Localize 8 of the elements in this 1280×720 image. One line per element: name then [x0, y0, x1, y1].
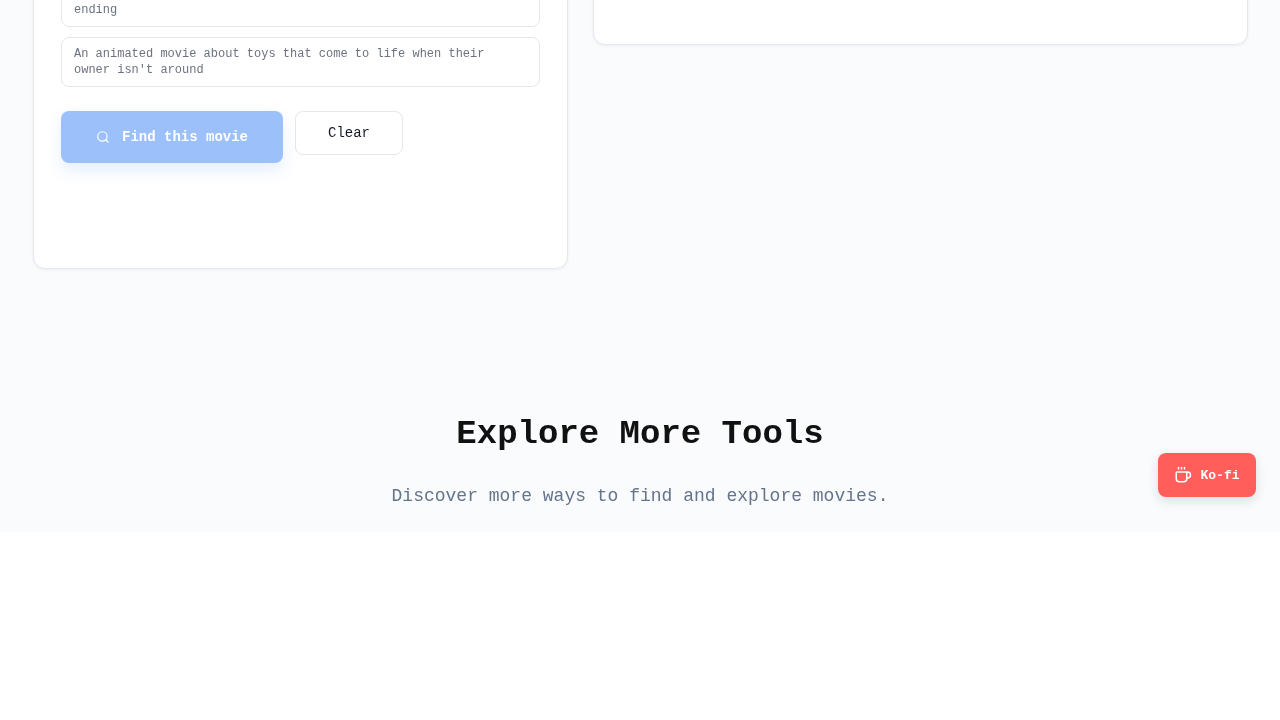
clear-button[interactable]: Clear — [295, 111, 403, 155]
example-prompt[interactable]: ending — [61, 0, 540, 27]
example-prompt[interactable]: An animated movie about toys that come to life when their owner isn't around — [61, 37, 540, 87]
coffee-cup-icon — [1174, 466, 1193, 484]
section-title: Explore More Tools — [456, 414, 824, 454]
section-subtitle: Discover more ways to find and explore movies. — [391, 485, 889, 508]
kofi-button[interactable]: Ko-fi — [1158, 453, 1256, 497]
search-icon — [96, 130, 110, 144]
